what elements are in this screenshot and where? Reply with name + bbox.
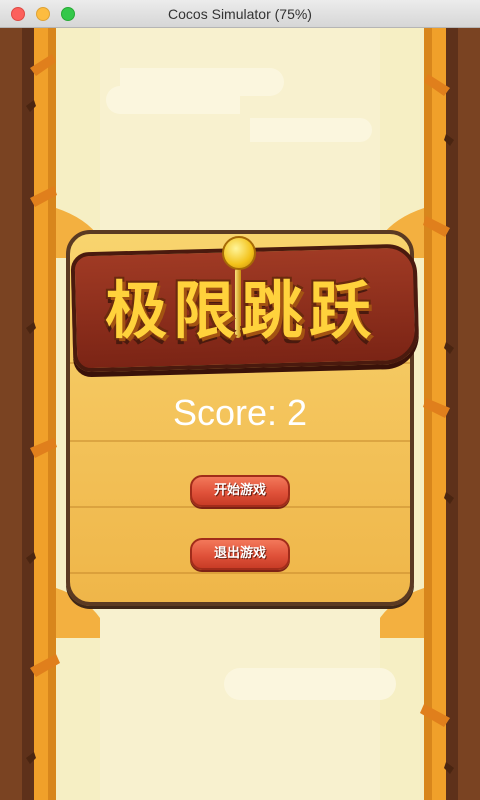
game-title-logo: 极限跳跃 — [104, 274, 377, 347]
game-viewport[interactable]: 极限跳跃 Score: 2 开始游戏 退出游戏 — [0, 28, 480, 800]
start-game-button[interactable]: 开始游戏 — [190, 475, 290, 507]
window-title: Cocos Simulator (75%) — [168, 6, 312, 22]
panel-plank-line — [70, 440, 410, 442]
window-title-bar: Cocos Simulator (75%) — [0, 0, 480, 28]
game-logo: 极限跳跃 — [64, 228, 420, 376]
panel-plank-line — [70, 572, 410, 574]
exit-game-button[interactable]: 退出游戏 — [190, 538, 290, 570]
score-label: Score: 2 — [172, 392, 308, 433]
